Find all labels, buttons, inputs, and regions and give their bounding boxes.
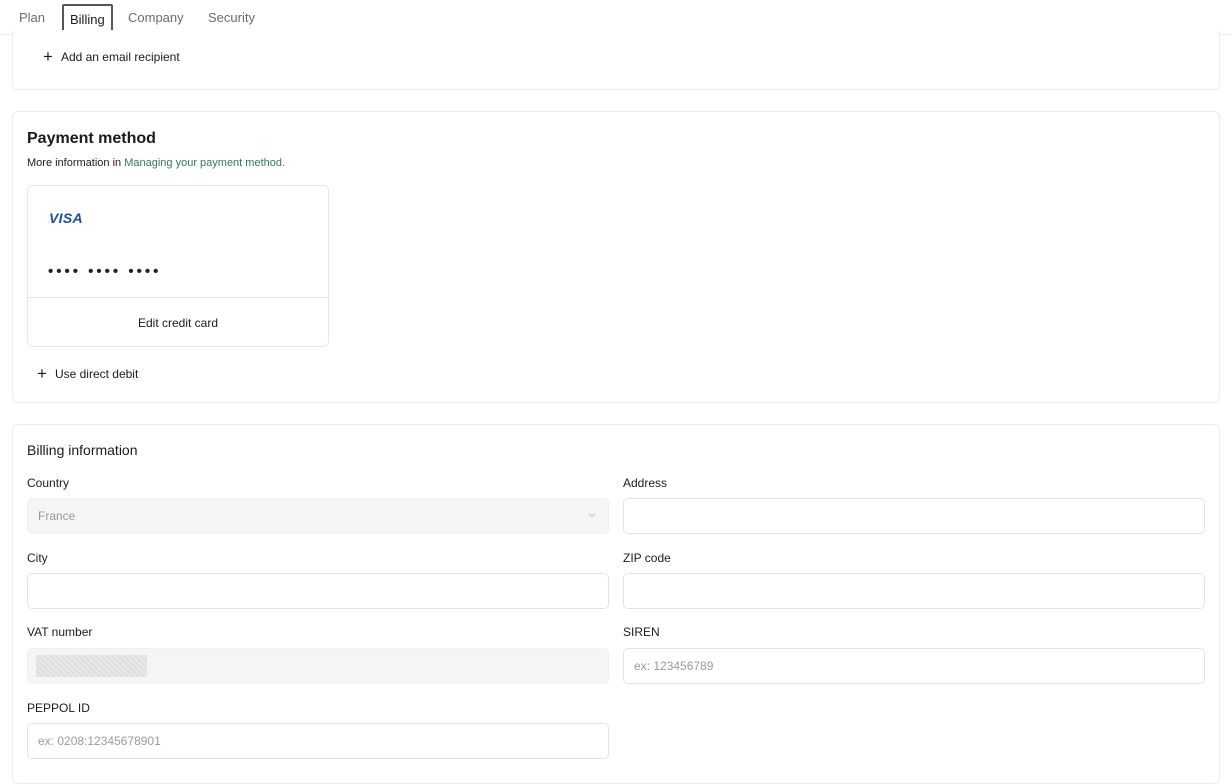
address-label: Address	[623, 476, 668, 490]
country-value: France	[38, 509, 76, 523]
email-recipients-card: + Add an email recipient	[12, 30, 1220, 90]
city-input[interactable]	[27, 573, 609, 609]
country-label: Country	[27, 476, 70, 490]
zip-code-label: ZIP code	[623, 551, 671, 565]
use-direct-debit-button[interactable]: + Use direct debit	[37, 364, 139, 383]
plus-icon: +	[43, 47, 53, 66]
payment-subtitle-prefix: More information in	[27, 157, 125, 169]
chevron-down-icon	[588, 513, 596, 518]
siren-label: SIREN	[623, 625, 660, 639]
peppol-id-label: PEPPOL ID	[27, 701, 90, 715]
add-email-recipient-button[interactable]: + Add an email recipient	[43, 47, 180, 66]
managing-payment-link[interactable]: Managing your payment method.	[124, 157, 285, 169]
edit-credit-card-button[interactable]: Edit credit card	[28, 298, 328, 348]
payment-method-card: Payment method More information in Manag…	[12, 111, 1220, 403]
redacted-vat-value	[36, 655, 147, 677]
add-email-recipient-label: Add an email recipient	[60, 50, 180, 64]
payment-method-title: Payment method	[27, 130, 156, 147]
country-select[interactable]: France	[27, 498, 609, 534]
tab-billing[interactable]: Billing	[62, 4, 113, 33]
payment-method-subtitle: More information in Managing your paymen…	[27, 157, 285, 169]
credit-card-tile: VISA •••• •••• •••• Edit credit card	[27, 185, 329, 347]
peppol-id-input[interactable]	[27, 723, 609, 759]
vat-number-label: VAT number	[27, 625, 93, 639]
city-label: City	[27, 551, 48, 565]
siren-input[interactable]	[623, 648, 1205, 684]
address-input[interactable]	[623, 498, 1205, 534]
billing-information-card: Billing information Country France Addre…	[12, 424, 1220, 784]
visa-logo-icon: VISA	[49, 210, 83, 226]
plus-icon: +	[37, 364, 47, 383]
vat-number-field	[27, 648, 609, 684]
zip-code-input[interactable]	[623, 573, 1205, 609]
use-direct-debit-label: Use direct debit	[54, 367, 139, 381]
billing-information-title: Billing information	[27, 442, 138, 458]
masked-card-number: •••• •••• ••••	[48, 263, 162, 280]
